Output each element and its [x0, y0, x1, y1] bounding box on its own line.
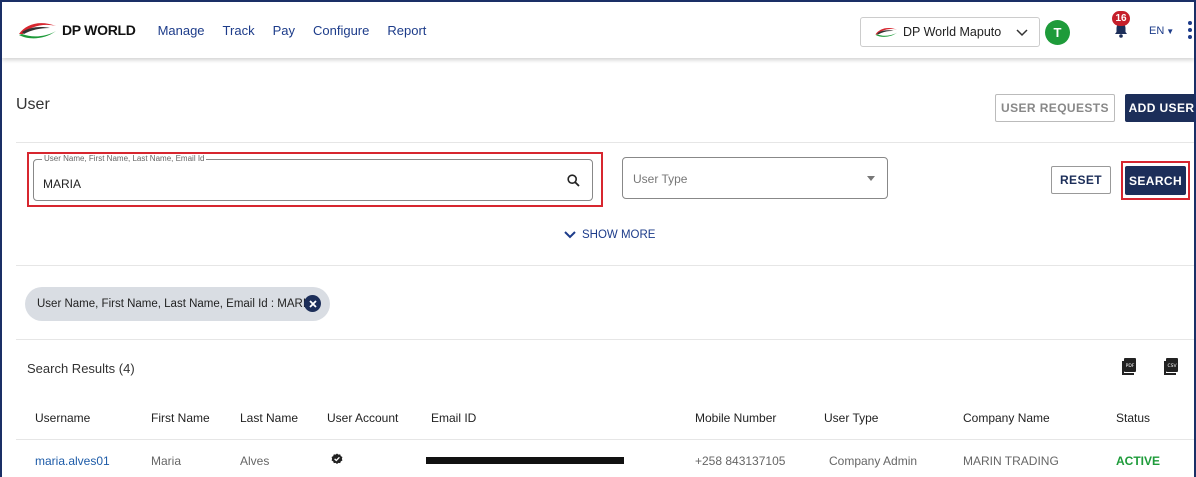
caret-down-icon — [867, 176, 875, 181]
caret-down-icon: ▼ — [1166, 27, 1175, 36]
verified-badge-icon — [331, 453, 343, 464]
svg-text:CSV: CSV — [1167, 363, 1177, 369]
main-nav: Manage Track Pay Configure Report — [158, 23, 445, 38]
reset-button[interactable]: RESET — [1051, 166, 1111, 194]
user-type-placeholder: User Type — [633, 172, 688, 186]
filter-chip: User Name, First Name, Last Name, Email … — [25, 287, 330, 321]
search-button[interactable]: SEARCH — [1125, 166, 1186, 195]
filter-chip-text: User Name, First Name, Last Name, Email … — [37, 298, 314, 310]
cell-mobile-number: +258 843137105 — [695, 454, 786, 468]
divider — [16, 142, 1194, 143]
column-header-first-name[interactable]: First Name — [151, 411, 210, 425]
svg-text:PDF: PDF — [1126, 363, 1135, 369]
column-header-user-type[interactable]: User Type — [824, 411, 878, 425]
search-icon[interactable] — [567, 174, 580, 187]
csv-export-icon[interactable]: CSV — [1164, 358, 1178, 375]
redacted-email — [426, 457, 624, 464]
search-input-value: MARIA — [43, 177, 82, 191]
dp-world-site-icon — [875, 28, 898, 37]
page-title: User — [16, 96, 50, 113]
results-title: Search Results (4) — [27, 361, 135, 376]
show-more-label: SHOW MORE — [582, 229, 656, 241]
dp-world-logo-mark-icon — [19, 23, 56, 39]
notification-badge: 16 — [1112, 11, 1130, 26]
user-requests-button[interactable]: USER REQUESTS — [995, 94, 1115, 122]
cell-first-name: Maria — [151, 454, 182, 468]
column-header-user-account[interactable]: User Account — [327, 411, 398, 425]
avatar[interactable]: T — [1045, 20, 1070, 45]
divider — [16, 265, 1194, 266]
logo-text: DP WORLD — [62, 22, 136, 38]
nav-report[interactable]: Report — [387, 23, 426, 38]
app-window: DP WORLD Manage Track Pay Configure Repo… — [0, 0, 1196, 477]
nav-pay[interactable]: Pay — [273, 23, 295, 38]
column-header-last-name[interactable]: Last Name — [240, 411, 298, 425]
column-header-mobile-number[interactable]: Mobile Number — [695, 411, 776, 425]
add-user-button[interactable]: ADD USER — [1125, 94, 1194, 122]
site-select-value: DP World Maputo — [903, 25, 1002, 39]
dp-world-logo[interactable]: DP WORLD — [16, 12, 136, 48]
nav-manage[interactable]: Manage — [158, 23, 205, 38]
close-icon[interactable] — [304, 295, 321, 312]
site-select[interactable]: DP World Maputo — [860, 17, 1040, 47]
show-more-toggle[interactable]: SHOW MORE — [564, 229, 655, 241]
row-divider — [16, 439, 1194, 440]
column-header-status[interactable]: Status — [1116, 411, 1150, 425]
top-navbar: DP WORLD Manage Track Pay Configure Repo… — [2, 2, 1194, 58]
cell-company-name: MARIN TRADING — [963, 454, 1059, 468]
pdf-export-icon[interactable]: PDF — [1122, 358, 1136, 375]
chevron-down-icon — [1016, 29, 1028, 37]
cell-user-type: Company Admin — [829, 454, 918, 468]
nav-configure[interactable]: Configure — [313, 23, 369, 38]
language-value: EN — [1149, 25, 1165, 37]
column-header-email-id[interactable]: Email ID — [431, 411, 476, 425]
nav-track[interactable]: Track — [223, 23, 255, 38]
column-header-username[interactable]: Username — [35, 411, 90, 425]
cell-username[interactable]: maria.alves01 — [35, 454, 110, 468]
user-type-select[interactable]: User Type — [622, 157, 888, 199]
cell-last-name: Alves — [240, 454, 270, 468]
column-header-company-name[interactable]: Company Name — [963, 411, 1050, 425]
more-menu-icon[interactable] — [1187, 21, 1193, 42]
search-input[interactable]: User Name, First Name, Last Name, Email … — [33, 154, 593, 201]
status-badge: ACTIVE — [1116, 454, 1161, 468]
chevron-down-icon — [564, 231, 576, 239]
search-input-label: User Name, First Name, Last Name, Email … — [42, 154, 207, 163]
language-select[interactable]: EN ▼ — [1149, 25, 1174, 37]
divider — [16, 339, 1194, 340]
